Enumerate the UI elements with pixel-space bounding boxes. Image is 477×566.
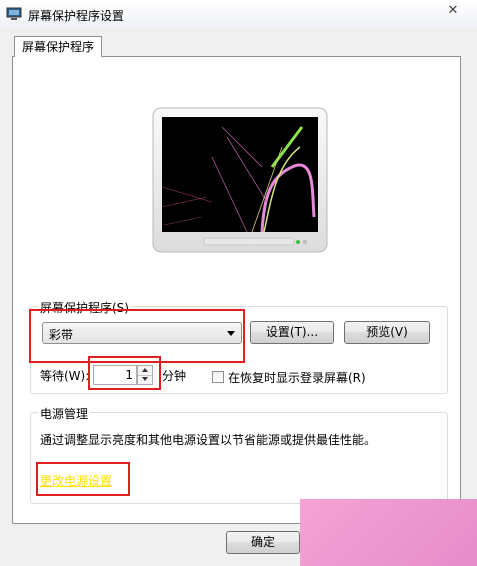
pink-corner-overlay bbox=[300, 499, 477, 566]
power-description: 通过调整显示亮度和其他电源设置以节省能源或提供最佳性能。 bbox=[40, 433, 377, 447]
preview-button[interactable]: 预览(V) bbox=[344, 321, 430, 344]
wait-unit-label: 分钟 bbox=[162, 369, 187, 383]
resume-logon-label: 在恢复时显示登录屏幕(R) bbox=[228, 371, 366, 385]
power-group-label: 电源管理 bbox=[38, 405, 91, 422]
settings-button[interactable]: 设置(T)... bbox=[250, 321, 334, 344]
highlight-wait-box bbox=[88, 356, 161, 390]
wait-label: 等待(W): bbox=[40, 369, 90, 383]
screensaver-preview-monitor bbox=[152, 107, 328, 253]
tab-screensaver[interactable]: 屏幕保护程序 bbox=[14, 36, 103, 57]
title-bar: 屏幕保护程序设置 ✕ bbox=[0, 0, 477, 29]
close-icon[interactable]: ✕ bbox=[443, 2, 463, 20]
window-title: 屏幕保护程序设置 bbox=[28, 9, 125, 23]
highlight-select-box bbox=[29, 309, 245, 363]
ok-button[interactable]: 确定 bbox=[226, 531, 300, 554]
resume-logon-checkbox[interactable] bbox=[212, 371, 224, 383]
screensaver-app-icon bbox=[6, 7, 22, 20]
highlight-link-box bbox=[36, 462, 130, 496]
